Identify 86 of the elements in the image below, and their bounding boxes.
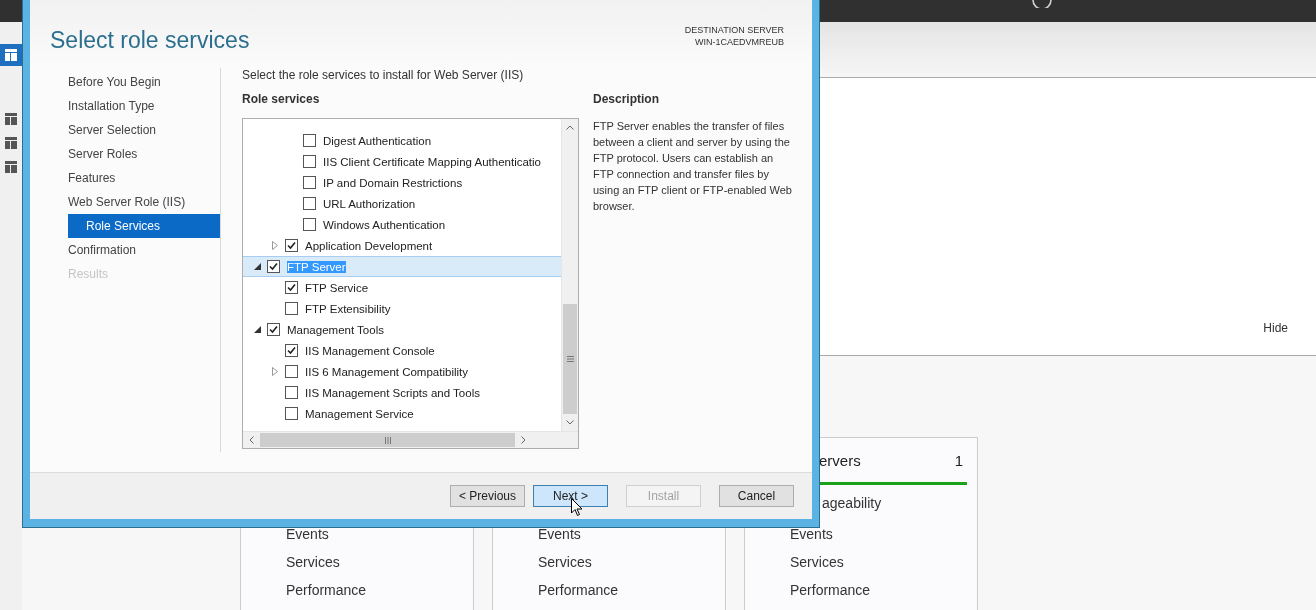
destination-server: WIN-1CAEDVMREUB: [695, 36, 784, 48]
tree-item-label: IIS 6 Management Compatibility: [305, 365, 468, 378]
checkbox[interactable]: [267, 260, 280, 273]
tile-line[interactable]: Events: [286, 526, 329, 542]
checkbox[interactable]: [285, 302, 298, 315]
description-heading: Description: [593, 92, 660, 108]
checkbox[interactable]: [285, 407, 298, 420]
checkbox[interactable]: [267, 323, 280, 336]
scroll-right-icon[interactable]: [521, 436, 526, 444]
wizard-step[interactable]: Features: [68, 166, 220, 190]
tile-line[interactable]: Events: [790, 526, 833, 542]
tree-row[interactable]: Application Development: [243, 235, 561, 256]
checkbox[interactable]: [285, 344, 298, 357]
horizontal-scrollbar[interactable]: [243, 431, 578, 448]
tile-line[interactable]: Performance: [286, 582, 367, 598]
tile-line[interactable]: Performance: [538, 582, 619, 598]
expand-icon[interactable]: [272, 367, 278, 376]
tree-row[interactable]: FTP Extensibility: [243, 298, 561, 319]
cursor-icon: [571, 498, 583, 517]
scroll-up-icon[interactable]: [566, 125, 574, 130]
tree-row[interactable]: IIS Management Scripts and Tools: [243, 382, 561, 403]
wizard-step[interactable]: Before You Begin: [68, 70, 220, 94]
tile-line[interactable]: Services: [538, 554, 592, 570]
checkbox[interactable]: [285, 365, 298, 378]
wizard-step[interactable]: Server Roles: [68, 142, 220, 166]
wizard-button[interactable]: < Previous: [450, 485, 525, 507]
hide-link[interactable]: Hide: [1263, 321, 1288, 335]
scroll-left-icon[interactable]: [249, 436, 254, 444]
tree-row[interactable]: FTP Service: [243, 277, 561, 298]
checkbox[interactable]: [285, 239, 298, 252]
destination-label: DESTINATION SERVER: [684, 24, 784, 36]
description-text: FTP Server enables the transfer of files between a client and server by using the FTP protocol. Users can establish an FTP connection and transfer files by using an FTP client or FTP-enabled Web browser.: [593, 119, 793, 214]
checkbox[interactable]: [303, 155, 316, 168]
checkbox[interactable]: [285, 386, 298, 399]
tree-item-label: Management Tools: [287, 323, 384, 336]
tile-count: 1: [954, 451, 963, 469]
tree-item-label: FTP Extensibility: [305, 302, 391, 315]
tile-line[interactable]: Events: [538, 526, 581, 542]
tree-item-label: Digest Authentication: [323, 134, 432, 147]
tile-line[interactable]: Services: [286, 554, 340, 570]
checkbox[interactable]: [303, 197, 316, 210]
tree-row[interactable]: IIS 6 Management Compatibility: [243, 361, 561, 382]
tree-item-label: IIS Management Console: [305, 344, 435, 357]
nav-icon[interactable]: [0, 44, 22, 66]
tile-title: ervers: [819, 451, 861, 469]
collapse-icon[interactable]: [253, 326, 261, 333]
scroll-down-icon[interactable]: [566, 420, 574, 425]
wizard-step[interactable]: Server Selection: [68, 118, 220, 142]
vertical-scrollbar[interactable]: [561, 119, 578, 431]
expand-icon[interactable]: [272, 241, 278, 250]
tree-item-label: URL Authorization: [323, 197, 416, 210]
wizard-step[interactable]: Confirmation: [68, 238, 220, 262]
wizard-step[interactable]: Web Server Role (IIS): [68, 190, 220, 214]
tree-item-label: Application Development: [305, 239, 433, 252]
tree-row[interactable]: Digest Authentication: [243, 130, 561, 151]
checkbox[interactable]: [303, 176, 316, 189]
tree-item-label: Windows Authentication: [323, 218, 446, 231]
tree-row[interactable]: Management Tools: [243, 319, 561, 340]
tree-item-label: IIS Management Scripts and Tools: [305, 386, 480, 399]
tree-row[interactable]: Management Service: [243, 403, 561, 424]
checkbox[interactable]: [303, 134, 316, 147]
tree-row[interactable]: Windows Authentication: [243, 214, 561, 235]
tree-item-label: Management Service: [305, 407, 414, 420]
wizard-button[interactable]: Next >: [533, 485, 608, 507]
tree-item-label: FTP Service: [305, 281, 369, 294]
role-services-heading: Role services: [242, 92, 321, 108]
tree-item-label: IP and Domain Restrictions: [323, 176, 463, 189]
tile-line[interactable]: Performance: [790, 582, 871, 598]
tile-line[interactable]: Services: [790, 554, 844, 570]
tree-row[interactable]: URL Authorization: [243, 193, 561, 214]
checkbox[interactable]: [285, 281, 298, 294]
instruction-text: Select the role services to install for Web Server (IIS): [242, 68, 525, 84]
dialog-title: Select role services: [50, 27, 250, 54]
checkbox[interactable]: [303, 218, 316, 231]
wizard-step[interactable]: Role Services: [68, 214, 220, 238]
tree-row[interactable]: IP and Domain Restrictions: [243, 172, 561, 193]
tree-item-label: IIS Client Certificate Mapping Authenticatio: [323, 155, 541, 168]
collapse-icon[interactable]: [253, 263, 261, 270]
grip-icon[interactable]: [566, 356, 574, 362]
wizard-step[interactable]: Installation Type: [68, 94, 220, 118]
grip-icon[interactable]: [384, 436, 391, 444]
tile-line[interactable]: ageability: [822, 494, 882, 511]
tree-row[interactable]: IIS Management Console: [243, 340, 561, 361]
tree-row[interactable]: IIS Client Certificate Mapping Authenticatio: [243, 151, 561, 172]
wizard-button[interactable]: Cancel: [719, 485, 794, 507]
tree-item-label: FTP Server: [287, 260, 346, 273]
